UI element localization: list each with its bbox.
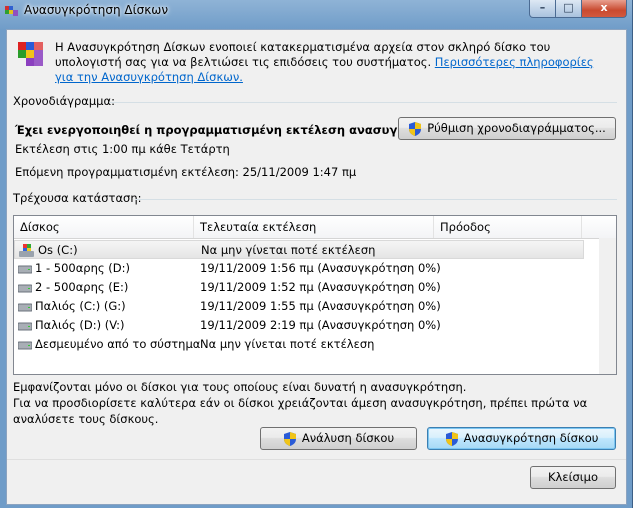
status-separator <box>135 199 617 200</box>
uac-shield-icon <box>283 431 296 446</box>
configure-schedule-button[interactable]: Ρύθμιση χρονοδιαγράμματος... <box>398 117 616 140</box>
note-line-2: Για να προσδιορίσετε καλύτερα εάν οι δίσ… <box>13 396 588 426</box>
schedule-separator <box>109 102 617 103</box>
windows-drive-icon <box>19 243 34 257</box>
schedule-status: Έχει ενεργοποιηθεί η προγραμματισμένη εκ… <box>15 123 435 137</box>
intro-text: Η Ανασυγκρότηση Δίσκων ενοποιεί κατακερμ… <box>55 40 615 85</box>
defragmenter-window: Ανασυγκρότηση Δίσκων – □ x Η Ανασυγκρότη… <box>0 0 633 508</box>
disk-list[interactable]: Δίσκος Τελευταία εκτέλεση Πρόοδος Os (C:… <box>13 215 617 375</box>
notes-text: Εμφανίζονται μόνο οι δίσκοι για τους οπο… <box>13 379 619 427</box>
disk-list-scroll-area[interactable] <box>599 238 616 374</box>
defragment-disk-button[interactable]: Ανασυγκρότηση δίσκου <box>427 427 616 450</box>
drive-icon <box>18 284 32 292</box>
disk-name: Δεσμευμένο από το σύστημα <box>35 337 201 351</box>
disk-name: Παλιός (D:) (V:) <box>35 318 125 332</box>
disk-row[interactable]: Παλιός (C:) (G:) 19/11/2009 1:55 πμ (Ανα… <box>14 297 584 316</box>
drive-icon <box>18 303 32 311</box>
disk-last-run: 19/11/2009 1:55 πμ (Ανασυγκρότηση 0%) <box>200 299 441 313</box>
schedule-label: Χρονοδιάγραμμα: <box>13 94 115 108</box>
maximize-icon: □ <box>563 1 574 14</box>
column-last-run[interactable]: Τελευταία εκτέλεση <box>194 216 434 238</box>
maximize-button[interactable]: □ <box>555 0 582 18</box>
column-disk[interactable]: Δίσκος <box>14 216 194 238</box>
defrag-app-icon <box>5 6 18 16</box>
schedule-next-run: Επόμενη προγραμματισμένη εκτέλεση: 25/11… <box>15 165 357 179</box>
analyze-disk-button[interactable]: Ανάλυση δίσκου <box>260 427 417 450</box>
disk-name: Os (C:) <box>38 243 78 257</box>
defragment-disk-label: Ανασυγκρότηση δίσκου <box>463 431 599 445</box>
disk-last-run: Να μην γίνεται ποτέ εκτέλεση <box>201 243 376 257</box>
window-title: Ανασυγκρότηση Δίσκων <box>24 3 169 17</box>
uac-shield-icon <box>409 121 422 136</box>
configure-schedule-label: Ρύθμιση χρονοδιαγράμματος... <box>427 121 606 135</box>
current-status-label: Τρέχουσα κατάσταση: <box>13 191 142 205</box>
drive-icon <box>18 341 32 349</box>
disk-row[interactable]: 2 - 500αρης (E:) 19/11/2009 1:52 πμ (Ανα… <box>14 278 584 297</box>
minimize-icon: – <box>539 1 546 14</box>
disk-last-run: 19/11/2009 1:52 πμ (Ανασυγκρότηση 0%) <box>200 280 441 294</box>
disk-row[interactable]: Παλιός (D:) (V:) 19/11/2009 2:19 πμ (Ανα… <box>14 316 584 335</box>
disk-name: 2 - 500αρης (E:) <box>35 280 129 294</box>
disk-row[interactable]: Δεσμευμένο από το σύστημα Να μην γίνεται… <box>14 335 584 354</box>
close-icon: x <box>600 1 608 14</box>
dialog-body: Η Ανασυγκρότηση Δίσκων ενοποιεί κατακερμ… <box>6 29 627 505</box>
disk-list-header: Δίσκος Τελευταία εκτέλεση Πρόοδος <box>14 216 616 239</box>
disk-last-run: Να μην γίνεται ποτέ εκτέλεση <box>200 337 375 351</box>
column-progress[interactable]: Πρόοδος <box>434 216 582 238</box>
disk-name: Παλιός (C:) (G:) <box>35 299 126 313</box>
disk-name: 1 - 500αρης (D:) <box>35 261 131 275</box>
close-window-button[interactable]: x <box>581 0 627 18</box>
drive-icon <box>18 265 32 273</box>
defrag-icon <box>18 42 43 66</box>
disk-row[interactable]: 1 - 500αρης (D:) 19/11/2009 1:56 πμ (Ανα… <box>14 259 584 278</box>
schedule-run-at: Εκτέλεση στις 1:00 πμ κάθε Τετάρτη <box>15 142 230 156</box>
footer-separator <box>7 459 626 460</box>
title-bar[interactable]: Ανασυγκρότηση Δίσκων – □ x <box>0 0 633 22</box>
note-line-1: Εμφανίζονται μόνο οι δίσκοι για τους οπο… <box>13 380 467 394</box>
disk-last-run: 19/11/2009 2:19 πμ (Ανασυγκρότηση 0%) <box>200 318 441 332</box>
minimize-button[interactable]: – <box>529 0 556 18</box>
disk-row[interactable]: Os (C:) Να μην γίνεται ποτέ εκτέλεση <box>14 240 584 259</box>
close-button[interactable]: Κλείσιμο <box>530 466 616 489</box>
disk-last-run: 19/11/2009 1:56 πμ (Ανασυγκρότηση 0%) <box>200 261 441 275</box>
analyze-disk-label: Ανάλυση δίσκου <box>301 431 395 445</box>
drive-icon <box>18 322 32 330</box>
uac-shield-icon <box>445 431 458 446</box>
